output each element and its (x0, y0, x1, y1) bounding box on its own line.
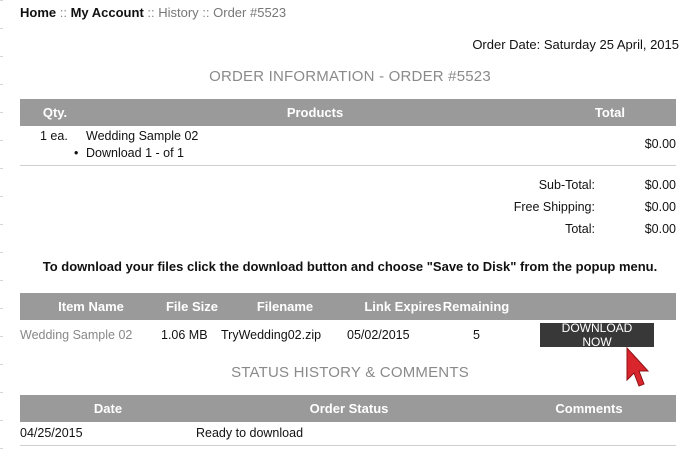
breadcrumb-separator: :: (143, 5, 159, 20)
bullet-icon: • (74, 146, 79, 160)
status-date: 04/25/2015 (20, 426, 83, 440)
products-table-divider (20, 165, 676, 166)
breadcrumb: Home :: My Account :: History :: Order #… (20, 5, 286, 20)
status-table-divider (20, 445, 676, 446)
download-item-name: Wedding Sample 02 (20, 328, 133, 342)
date-header: Date (93, 401, 123, 416)
subtotal-label: Sub-Total: (538, 178, 595, 192)
products-header: Products (286, 105, 344, 120)
breadcrumb-home-link[interactable]: Home (20, 5, 56, 20)
breadcrumb-my-account-link[interactable]: My Account (71, 5, 144, 20)
download-remaining: 5 (473, 328, 480, 342)
products-table-header: Qty. Products Total (20, 99, 676, 126)
product-total: $0.00 (644, 137, 676, 151)
download-file-size: 1.06 MB (161, 328, 208, 342)
download-now-button[interactable]: DOWNLOAD NOW (540, 321, 654, 349)
shipping-value: $0.00 (644, 200, 676, 214)
breadcrumb-separator: :: (56, 5, 71, 20)
status-value: Ready to download (196, 426, 304, 440)
download-filename: TryWedding02.zip (221, 328, 322, 342)
subtotal-value: $0.00 (644, 178, 676, 192)
filename-header: Filename (256, 299, 314, 314)
downloads-table-header: Item Name File Size Filename Link Expire… (20, 293, 676, 320)
order-date: Order Date: Saturday 25 April, 2015 (472, 37, 679, 52)
remaining-header: Remaining (442, 299, 510, 314)
qty-header: Qty. (42, 105, 68, 120)
total-label: Total: (565, 222, 595, 236)
order-status-header: Order Status (309, 401, 389, 416)
product-qty: 1 ea. (40, 129, 68, 143)
download-link-expires: 05/02/2015 (347, 328, 410, 342)
shipping-label: Free Shipping: (513, 200, 595, 214)
product-download-info: Download 1 - of 1 (86, 146, 184, 160)
total-header: Total (594, 105, 625, 120)
product-name: Wedding Sample 02 (86, 129, 199, 143)
total-value: $0.00 (644, 222, 676, 236)
comments-header: Comments (555, 401, 623, 416)
file-size-header: File Size (165, 299, 219, 314)
breadcrumb-separator: :: (198, 5, 214, 20)
item-name-header: Item Name (58, 299, 124, 314)
status-table-header: Date Order Status Comments (20, 395, 676, 422)
status-history-title: STATUS HISTORY & COMMENTS (231, 364, 469, 381)
order-information-title: ORDER INFORMATION - ORDER #5523 (209, 68, 491, 85)
download-instruction: To download your files click the downloa… (42, 259, 658, 274)
breadcrumb-history-link[interactable]: History (158, 5, 198, 20)
breadcrumb-current-order: Order #5523 (213, 5, 287, 20)
